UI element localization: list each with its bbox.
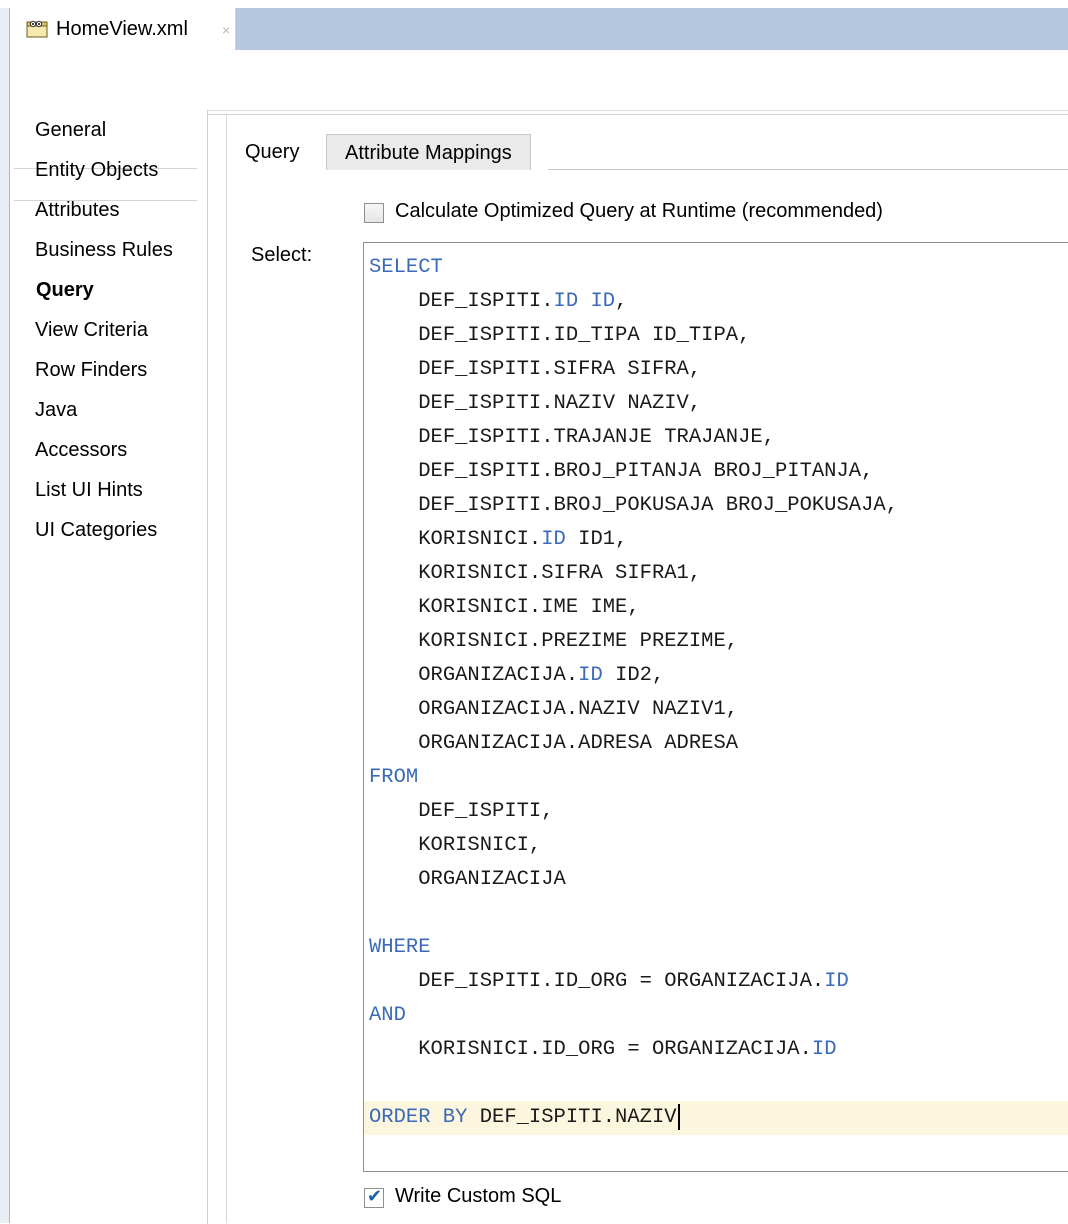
sql-text: KORISNICI.SIFRA SIFRA1,: [418, 562, 702, 585]
sql-text: ID2,: [602, 664, 665, 687]
optimize-query-checkbox[interactable]: [364, 203, 384, 223]
editor-toolbar-area: [10, 50, 1068, 111]
select-label: Select:: [251, 244, 313, 266]
sql-text: DEF_ISPITI,: [418, 800, 554, 823]
sidebar-item-attributes[interactable]: Attributes: [35, 199, 119, 222]
sql-line: DEF_ISPITI.ID_ORG = ORGANIZACIJA.ID: [369, 965, 849, 999]
sql-keyword: ID: [578, 664, 603, 687]
window-left-border: [0, 8, 10, 1223]
sql-keyword: ID: [590, 290, 616, 313]
sql-text: DEF_ISPITI.NAZIV: [467, 1106, 677, 1129]
sql-text: KORISNICI.IME IME,: [418, 596, 640, 619]
sidebar-item-entity-objects[interactable]: Entity Objects: [35, 159, 158, 182]
sql-text: DEF_ISPITI.BROJ_PITANJA BROJ_PITANJA,: [418, 460, 874, 483]
sql-text: KORISNICI.: [418, 528, 542, 551]
sidebar-item-business-rules[interactable]: Business Rules: [35, 239, 173, 262]
sidebar-item-ui-categories[interactable]: UI Categories: [35, 519, 157, 542]
sql-text: ORGANIZACIJA.NAZIV NAZIV1,: [418, 698, 739, 721]
sidebar-item-row-finders[interactable]: Row Finders: [35, 359, 147, 382]
sql-keyword: ID: [541, 528, 566, 551]
sql-line: DEF_ISPITI,: [369, 795, 554, 829]
sql-line: KORISNICI.ID ID1,: [369, 523, 627, 557]
sidebar-item-accessors[interactable]: Accessors: [35, 439, 127, 462]
sql-line: FROM: [369, 761, 418, 795]
sql-text: ORGANIZACIJA.: [418, 664, 579, 687]
sql-text: DEF_ISPITI.ID_TIPA ID_TIPA,: [418, 324, 751, 347]
close-tab-icon[interactable]: ×: [222, 22, 230, 38]
sql-text: DEF_ISPITI.ID_ORG = ORGANIZACIJA.: [418, 970, 825, 993]
sidebar-item-general[interactable]: General: [35, 119, 106, 142]
sql-text: KORISNICI.PREZIME PREZIME,: [418, 630, 739, 653]
file-tab-label: HomeView.xml: [56, 18, 188, 40]
editor-tab-strip: HomeView.xml ×: [10, 8, 1068, 50]
overview-navigation: [10, 110, 208, 1223]
sql-keyword: AND: [369, 1004, 406, 1027]
text-caret: [677, 1103, 680, 1130]
view-object-icon: [26, 20, 48, 38]
sql-line: DEF_ISPITI.ID ID,: [369, 285, 627, 319]
sql-keyword: ID: [824, 970, 849, 993]
sql-keyword: FROM: [369, 766, 419, 789]
write-custom-sql-label: Write Custom SQL: [395, 1185, 562, 1207]
sql-text: ORGANIZACIJA.ADRESA ADRESA: [418, 732, 739, 755]
sql-text: ,: [615, 290, 628, 313]
sql-editor[interactable]: SELECT DEF_ISPITI.ID ID, DEF_ISPITI.ID_T…: [363, 242, 1068, 1172]
file-tab-homeview[interactable]: HomeView.xml ×: [10, 8, 236, 50]
sql-text: KORISNICI.ID_ORG = ORGANIZACIJA.: [418, 1038, 812, 1061]
sql-line: DEF_ISPITI.BROJ_PITANJA BROJ_PITANJA,: [369, 455, 873, 489]
sql-line: ORGANIZACIJA: [369, 863, 566, 897]
sql-line: ORGANIZACIJA.ADRESA ADRESA: [369, 727, 738, 761]
sql-line: KORISNICI.IME IME,: [369, 591, 640, 625]
tab-query[interactable]: Query: [227, 134, 325, 170]
sql-keyword: ORDER BY: [369, 1106, 468, 1129]
sql-keyword: WHERE: [369, 936, 431, 959]
sql-line: DEF_ISPITI.BROJ_POKUSAJA BROJ_POKUSAJA,: [369, 489, 898, 523]
check-icon: ✔: [367, 1186, 383, 1206]
sql-line: DEF_ISPITI.TRAJANJE TRAJANJE,: [369, 421, 775, 455]
sql-text: DEF_ISPITI.TRAJANJE TRAJANJE,: [418, 426, 775, 449]
tab-attribute-mappings[interactable]: Attribute Mappings: [326, 134, 531, 170]
sql-line: DEF_ISPITI.ID_TIPA ID_TIPA,: [369, 319, 750, 353]
sql-keyword: SELECT: [369, 256, 443, 279]
sql-text: DEF_ISPITI.BROJ_POKUSAJA BROJ_POKUSAJA,: [418, 494, 898, 517]
sql-text: DEF_ISPITI.: [418, 290, 554, 313]
sql-line: ORGANIZACIJA.NAZIV NAZIV1,: [369, 693, 738, 727]
sidebar-item-java[interactable]: Java: [35, 399, 77, 422]
sql-text: DEF_ISPITI.NAZIV NAZIV,: [418, 392, 702, 415]
sql-current-line: ORDER BY DEF_ISPITI.NAZIV: [364, 1101, 1068, 1135]
sql-line: WHERE: [369, 931, 431, 965]
sql-line: AND: [369, 999, 406, 1033]
sidebar-item-view-criteria[interactable]: View Criteria: [35, 319, 148, 342]
sql-line: KORISNICI,: [369, 829, 541, 863]
sql-text: ID1,: [565, 528, 628, 551]
sql-keyword: ID: [553, 290, 579, 313]
sql-line: KORISNICI.PREZIME PREZIME,: [369, 625, 738, 659]
sql-line: ORGANIZACIJA.ID ID2,: [369, 659, 664, 693]
sidebar-item-list-ui-hints[interactable]: List UI Hints: [35, 479, 143, 502]
sidebar-item-query[interactable]: Query: [36, 279, 94, 302]
sql-text: ORGANIZACIJA: [418, 868, 566, 891]
sql-line: DEF_ISPITI.SIFRA SIFRA,: [369, 353, 701, 387]
sql-keyword: ID: [811, 1038, 837, 1061]
sql-text: DEF_ISPITI.SIFRA SIFRA,: [418, 358, 702, 381]
sql-line: DEF_ISPITI.NAZIV NAZIV,: [369, 387, 701, 421]
optimize-query-label: Calculate Optimized Query at Runtime (re…: [395, 200, 883, 222]
sql-text: KORISNICI,: [418, 834, 542, 857]
sql-line: KORISNICI.ID_ORG = ORGANIZACIJA.ID: [369, 1033, 837, 1067]
sql-line: SELECT: [369, 251, 443, 285]
sql-line: KORISNICI.SIFRA SIFRA1,: [369, 557, 701, 591]
write-custom-sql-checkbox[interactable]: ✔: [364, 1186, 384, 1208]
